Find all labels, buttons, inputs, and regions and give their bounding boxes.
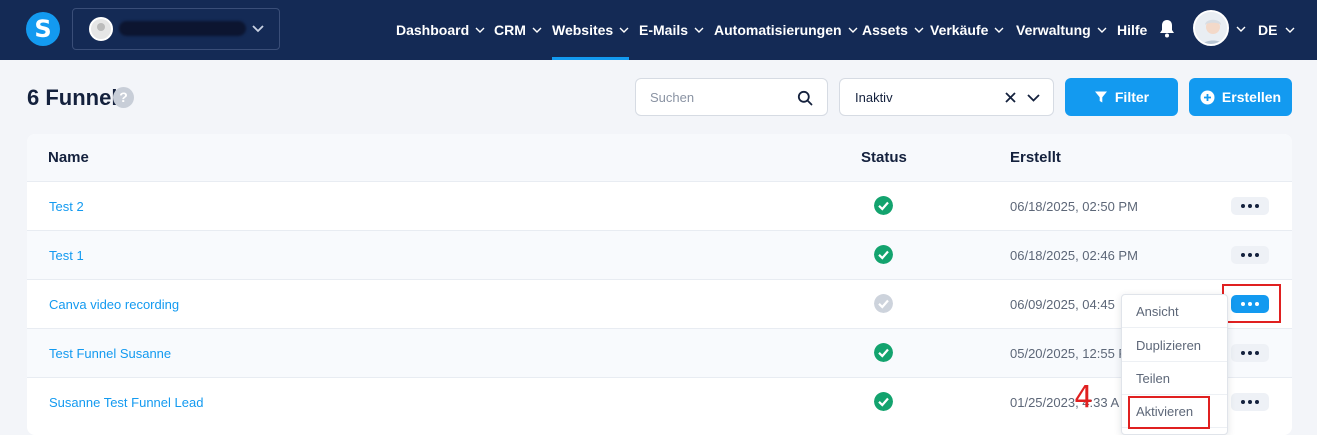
chevron-down-icon (619, 27, 629, 33)
status-active-icon (874, 343, 893, 362)
funnel-name-link[interactable]: Test 2 (49, 199, 84, 214)
chevron-down-icon (1097, 27, 1107, 33)
bell-icon[interactable] (1158, 18, 1176, 38)
search-box[interactable] (635, 78, 828, 116)
user-avatar[interactable] (1193, 10, 1229, 46)
chevron-down-icon (848, 27, 858, 33)
nav-verwaltung-label: Verwaltung (1016, 22, 1091, 38)
search-input[interactable] (650, 88, 790, 106)
table-row: Test 1 06/18/2025, 02:46 PM (27, 230, 1292, 279)
plus-circle-icon (1200, 90, 1215, 104)
nav-crm-label: CRM (494, 22, 526, 38)
chevron-down-icon (694, 27, 704, 33)
created-date: 06/18/2025, 02:50 PM (1010, 199, 1138, 214)
row-actions-button[interactable] (1231, 197, 1269, 215)
column-header-name[interactable]: Name (48, 149, 89, 166)
nav-automatisierungen-label: Automatisierungen (714, 22, 842, 38)
funnel-name-link[interactable]: Test Funnel Susanne (49, 346, 171, 361)
nav-verwaltung[interactable]: Verwaltung (1016, 0, 1107, 60)
created-date: 01/25/2023, 4:33 A (1010, 395, 1120, 410)
created-date: 06/18/2025, 02:46 PM (1010, 248, 1138, 263)
row-actions-button[interactable] (1231, 344, 1269, 362)
table-row: Test Funnel Susanne 05/20/2025, 12:55 P (27, 328, 1292, 377)
column-header-created[interactable]: Erstellt (1010, 149, 1061, 166)
user-avatar-image (1195, 12, 1227, 44)
language-label: DE (1258, 22, 1278, 38)
status-active-icon (874, 392, 893, 411)
workspace-avatar (89, 17, 113, 41)
chevron-down-icon (252, 25, 264, 33)
systeme-logo[interactable]: S (26, 12, 60, 46)
nav-assets[interactable]: Assets (862, 0, 924, 60)
top-navigation-bar: S svdlinde6.systeme.io Dashboard CRM Web… (0, 0, 1317, 60)
status-filter-value: Inaktiv (855, 90, 893, 105)
nav-dashboard[interactable]: Dashboard (396, 0, 485, 60)
menu-item-ansicht[interactable]: Ansicht (1122, 295, 1227, 328)
nav-verkaeufe-label: Verkäufe (930, 22, 989, 38)
row-actions-button[interactable] (1231, 246, 1269, 264)
table-header: Name Status Erstellt (27, 134, 1292, 181)
nav-emails-label: E-Mails (639, 22, 689, 38)
nav-hilfe[interactable]: Hilfe (1117, 0, 1147, 60)
create-button-label: Erstellen (1221, 89, 1282, 105)
funnel-name-link[interactable]: Susanne Test Funnel Lead (49, 395, 203, 410)
chevron-down-icon[interactable] (1026, 91, 1041, 104)
row-actions-button[interactable] (1231, 393, 1269, 411)
help-icon[interactable]: ? (113, 87, 134, 108)
funnel-name-link[interactable]: Canva video recording (49, 297, 179, 312)
nav-verkaeufe[interactable]: Verkäufe (930, 0, 1004, 60)
table-row: Canva video recording 06/09/2025, 04:45 (27, 279, 1292, 328)
status-filter-select[interactable]: Inaktiv (839, 78, 1054, 116)
filter-button-label: Filter (1114, 89, 1150, 105)
chevron-down-icon[interactable] (1236, 24, 1246, 34)
funnel-name-link[interactable]: Test 1 (49, 248, 84, 263)
chevron-down-icon (1285, 27, 1295, 33)
filter-button[interactable]: Filter (1065, 78, 1178, 116)
funnel-icon (1094, 91, 1107, 103)
status-active-icon (874, 196, 893, 215)
chevron-down-icon (914, 27, 924, 33)
nav-emails[interactable]: E-Mails (639, 0, 704, 60)
close-icon[interactable] (1004, 91, 1017, 104)
chevron-down-icon (994, 27, 1004, 33)
column-header-status[interactable]: Status (861, 149, 907, 166)
created-date: 06/09/2025, 04:45 (1010, 297, 1115, 312)
nav-assets-label: Assets (862, 22, 908, 38)
step-number-annotation: 4 (1074, 380, 1094, 415)
nav-hilfe-label: Hilfe (1117, 22, 1148, 38)
nav-websites[interactable]: Websites (552, 0, 630, 60)
create-button[interactable]: Erstellen (1189, 78, 1292, 116)
highlight-box-actions (1222, 284, 1281, 323)
funnel-table: Name Status Erstellt Test 2 06/18/2025, … (27, 134, 1292, 435)
menu-item-duplizieren[interactable]: Duplizieren (1122, 329, 1227, 362)
nav-automatisierungen[interactable]: Automatisierungen (714, 0, 858, 60)
nav-crm[interactable]: CRM (494, 0, 542, 60)
status-inactive-icon (874, 294, 893, 313)
chevron-down-icon (532, 27, 542, 33)
search-icon[interactable] (797, 90, 813, 106)
nav-dashboard-label: Dashboard (396, 22, 470, 38)
menu-item-teilen[interactable]: Teilen (1122, 362, 1227, 395)
nav-websites-label: Websites (552, 22, 614, 38)
language-switcher[interactable]: DE (1258, 0, 1295, 60)
workspace-switcher[interactable]: svdlinde6.systeme.io (72, 8, 280, 50)
table-row: Test 2 06/18/2025, 02:50 PM (27, 181, 1292, 230)
highlight-box-activate (1128, 396, 1210, 429)
chevron-down-icon (475, 27, 485, 33)
page-title: 6 Funnel (27, 85, 118, 110)
workspace-name: svdlinde6.systeme.io (119, 21, 246, 36)
status-active-icon (874, 245, 893, 264)
created-date: 05/20/2025, 12:55 P (1010, 346, 1128, 361)
table-row: Susanne Test Funnel Lead 01/25/2023, 4:3… (27, 377, 1292, 426)
